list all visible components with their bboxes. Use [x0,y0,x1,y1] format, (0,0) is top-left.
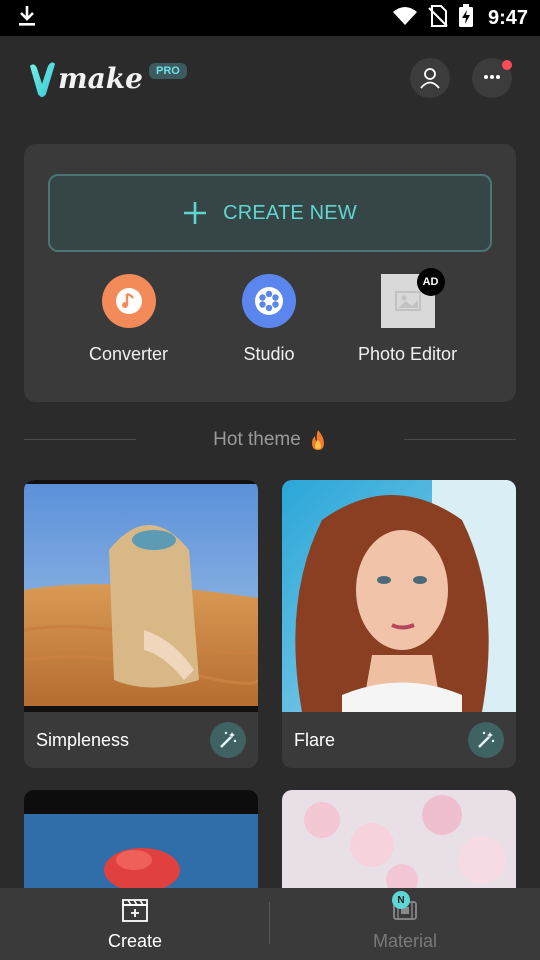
battery-charging-icon [458,3,474,33]
image-placeholder-icon: AD [380,268,445,328]
magic-wand-icon [220,731,237,748]
ad-badge: AD [416,268,445,296]
film-reel-icon [242,274,296,328]
messages-button[interactable] [472,58,512,98]
pro-badge: PRO [148,63,187,79]
v-logo-icon [30,62,55,97]
wifi-icon [392,6,418,31]
card-title: Simpleness [36,729,130,750]
tab-material-label: Material [372,930,438,951]
plus-icon [184,202,207,224]
tab-create[interactable]: Create [0,888,270,960]
app-logo: make PRO [28,58,187,98]
theme-card-partial[interactable] [282,790,516,890]
theme-thumbnail [282,790,516,890]
status-bar: 9:47 [0,0,540,36]
tab-material[interactable]: N Material [270,888,540,960]
divider-left [24,439,136,440]
no-sim-icon [428,4,448,32]
card-footer: Flare [282,712,516,768]
music-note-icon [101,274,156,328]
studio-tool[interactable]: Studio [242,274,296,365]
fire-icon [311,430,324,450]
clapperboard-icon [122,898,148,922]
create-new-label: CREATE NEW [223,201,357,224]
logo-text: make [58,61,143,95]
chat-bubble-icon [484,75,500,79]
user-icon [420,68,440,89]
clock: 9:47 [487,6,528,29]
magic-wand-button[interactable] [210,722,246,758]
create-new-button[interactable]: CREATE NEW [48,174,492,252]
studio-label: Studio [243,344,295,364]
theme-thumbnail [282,480,516,712]
tab-create-label: Create [107,930,163,951]
app-header: make PRO [0,36,540,120]
download-icon [16,4,38,33]
theme-card-simpleness[interactable]: Simpleness [24,480,258,768]
hot-theme-header: Hot theme [24,420,516,460]
converter-label: Converter [89,344,169,364]
magic-wand-icon [478,731,495,748]
profile-button[interactable] [410,58,450,98]
new-badge: N [392,891,410,909]
notification-dot [502,60,512,70]
photo-editor-tool[interactable]: AD Photo Editor [358,268,458,365]
bottom-navigation: Create N Material [0,888,540,960]
theme-card-partial[interactable] [24,790,258,890]
theme-card-flare[interactable]: Flare [282,480,516,768]
create-panel: CREATE NEW Converter Studio AD Photo Edi… [24,144,516,402]
magic-wand-button[interactable] [468,722,504,758]
card-footer: Simpleness [24,712,258,768]
divider-right [404,439,516,440]
theme-thumbnail [24,480,258,712]
photo-editor-label: Photo Editor [358,344,458,364]
converter-tool[interactable]: Converter [89,274,168,365]
card-title: Flare [294,729,336,750]
hot-theme-title: Hot theme [213,429,301,450]
theme-thumbnail [24,790,258,890]
